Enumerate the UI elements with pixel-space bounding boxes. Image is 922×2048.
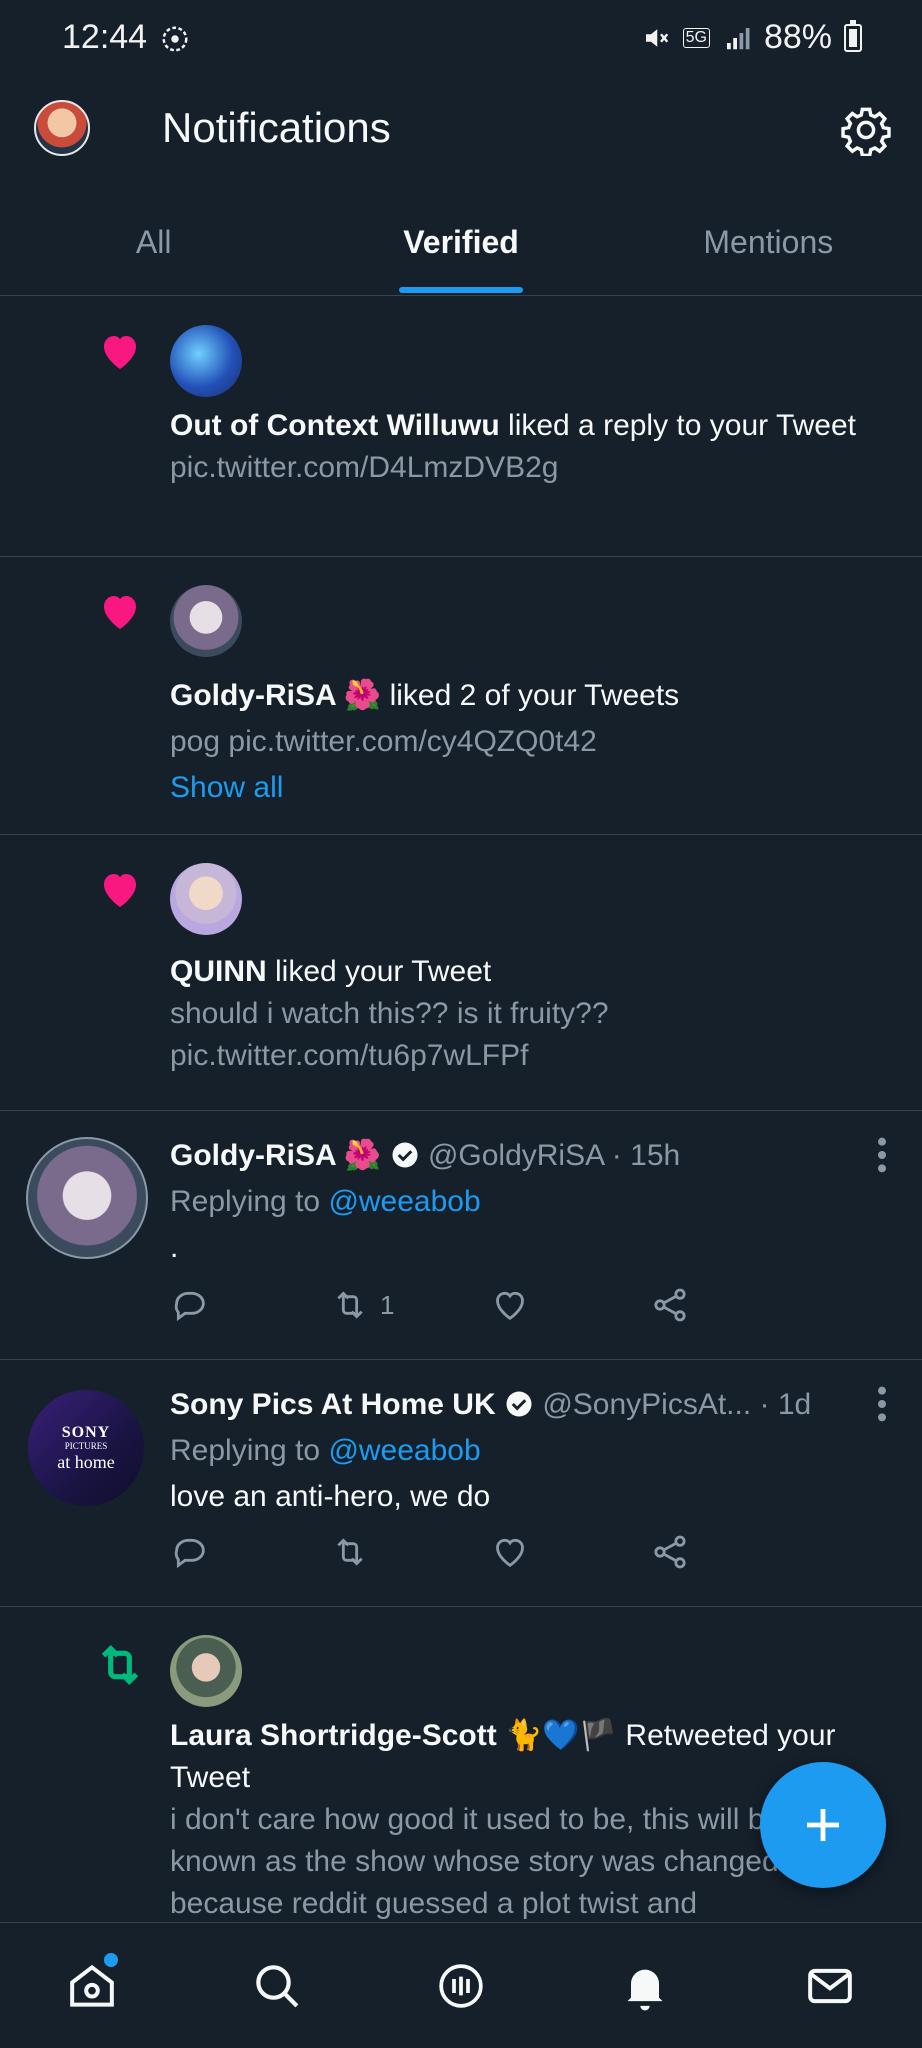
tweet-preview: should i watch this?? is it fruity?? pic… (170, 997, 609, 1072)
nav-notifications[interactable] (553, 1923, 737, 2048)
mention-link[interactable]: @weeabob (328, 1434, 480, 1467)
notification-tabs: All Verified Mentions (0, 200, 922, 296)
heart-icon (104, 336, 136, 369)
retweet-icon (101, 1645, 139, 1685)
verified-badge-icon (506, 1391, 532, 1417)
signal-icon (726, 27, 750, 49)
reply-icon (174, 1291, 205, 1322)
battery-icon (844, 19, 862, 52)
bottom-navigation (0, 1922, 922, 2048)
spaces-icon (439, 1963, 483, 2008)
tweet-actions: 1 (170, 1283, 810, 1327)
mention-link[interactable]: @weeabob (328, 1185, 480, 1218)
user-name[interactable]: Laura Shortridge-Scott 🐈💙🏴 (170, 1719, 617, 1752)
bell-icon (627, 1969, 663, 2010)
mail-icon (808, 1968, 852, 2003)
user-name[interactable]: Out of Context Willuwu (170, 409, 500, 442)
network-label: 5G (682, 27, 710, 48)
search-icon (255, 1964, 298, 2007)
page-title: Notifications (162, 104, 391, 151)
nav-messages[interactable] (738, 1923, 922, 2048)
tweet-text: love an anti-hero, we do (170, 1480, 491, 1513)
retweet-button[interactable] (330, 1530, 490, 1574)
avatar[interactable] (170, 863, 242, 935)
user-handle: @GoldyRiSA (427, 1139, 604, 1172)
avatar[interactable] (170, 325, 242, 397)
settings-status-icon (162, 26, 188, 52)
replying-to: Replying to @weeabob (170, 1185, 481, 1218)
heart-outline-icon (496, 1538, 524, 1568)
notification-text: Out of Context Willuwu liked a reply to … (170, 405, 892, 489)
user-handle: @SonyPicsAt... (542, 1388, 752, 1421)
share-button[interactable] (650, 1283, 810, 1327)
tweet[interactable]: SONY PICTURES at home Sony Pics At Home … (0, 1360, 922, 1607)
show-all-link[interactable]: Show all (170, 765, 892, 811)
user-name[interactable]: Goldy-RiSA 🌺 (170, 1139, 381, 1172)
active-tab-indicator (398, 287, 523, 293)
reply-button[interactable] (170, 1283, 330, 1327)
retweet-icon (337, 1538, 363, 1566)
user-name[interactable]: Goldy-RiSA 🌺 (170, 679, 381, 712)
share-icon (654, 1288, 686, 1322)
tab-verified[interactable]: Verified (307, 200, 614, 295)
tab-mentions[interactable]: Mentions (615, 200, 922, 295)
like-button[interactable] (490, 1530, 650, 1574)
avatar[interactable] (26, 1137, 148, 1259)
notification-text: Goldy-RiSA 🌺 liked 2 of your Tweets pog … (170, 673, 892, 811)
plus-icon (807, 1809, 839, 1841)
heart-outline-icon (496, 1291, 524, 1321)
nav-spaces[interactable] (369, 1923, 553, 2048)
status-time: 12:44 (62, 18, 148, 56)
tweet-header: Sony Pics At Home UK @SonyPicsAt... · 1d (170, 1382, 862, 1428)
share-button[interactable] (650, 1530, 810, 1574)
notification-text: QUINN liked your Tweet should i watch th… (170, 951, 892, 1077)
tweet-header: Goldy-RiSA 🌺 @GoldyRiSA · 15h (170, 1133, 862, 1179)
tweet-time: · 15h (603, 1139, 681, 1172)
heart-icon (104, 596, 136, 629)
reply-button[interactable] (170, 1530, 330, 1574)
share-icon (654, 1535, 686, 1569)
nav-search[interactable] (184, 1923, 368, 2048)
tweet[interactable]: Goldy-RiSA 🌺 @GoldyRiSA · 15h Replying t… (0, 1111, 922, 1360)
more-options-icon[interactable] (876, 1135, 888, 1175)
tweet-time: · 1d (751, 1388, 812, 1421)
avatar[interactable]: SONY PICTURES at home (28, 1390, 144, 1506)
tweet-actions (170, 1530, 810, 1574)
app-header: Notifications (0, 80, 922, 176)
settings-gear-icon[interactable] (840, 104, 892, 156)
reply-icon (174, 1538, 205, 1569)
tab-all[interactable]: All (0, 200, 307, 295)
tweet-body: Goldy-RiSA 🌺 @GoldyRiSA · 15h Replying t… (170, 1133, 862, 1271)
notification-item[interactable]: Out of Context Willuwu liked a reply to … (0, 297, 922, 557)
notification-item[interactable]: Goldy-RiSA 🌺 liked 2 of your Tweets pog … (0, 557, 922, 835)
mute-icon (645, 28, 668, 47)
tweet-preview: pog pic.twitter.com/cy4QZQ0t42 (170, 725, 597, 758)
tweet-preview: pic.twitter.com/D4LmzDVB2g (170, 451, 559, 484)
compose-tweet-button[interactable] (760, 1762, 886, 1888)
battery-percent: 88% (763, 18, 832, 56)
tweet-body: Sony Pics At Home UK @SonyPicsAt... · 1d… (170, 1382, 862, 1520)
status-bar: 12:44 5G 88% (0, 0, 922, 80)
unread-dot (104, 1953, 118, 1967)
user-name[interactable]: Sony Pics At Home UK (170, 1388, 496, 1421)
verified-badge-icon (392, 1142, 418, 1168)
heart-icon (104, 874, 136, 907)
avatar[interactable] (170, 1635, 242, 1707)
notification-item[interactable]: QUINN liked your Tweet should i watch th… (0, 835, 922, 1111)
more-options-icon[interactable] (876, 1384, 888, 1424)
retweet-icon (337, 1291, 363, 1319)
avatar[interactable] (170, 585, 242, 657)
nav-home[interactable] (0, 1923, 184, 2048)
profile-avatar[interactable] (34, 100, 90, 156)
status-right: 5G 88% (641, 18, 862, 57)
replying-to: Replying to @weeabob (170, 1434, 481, 1467)
retweet-button[interactable]: 1 (330, 1283, 490, 1327)
tweet-text: . (170, 1231, 179, 1264)
user-name[interactable]: QUINN (170, 955, 267, 988)
retweet-count: 1 (380, 1289, 395, 1320)
like-button[interactable] (490, 1283, 650, 1327)
